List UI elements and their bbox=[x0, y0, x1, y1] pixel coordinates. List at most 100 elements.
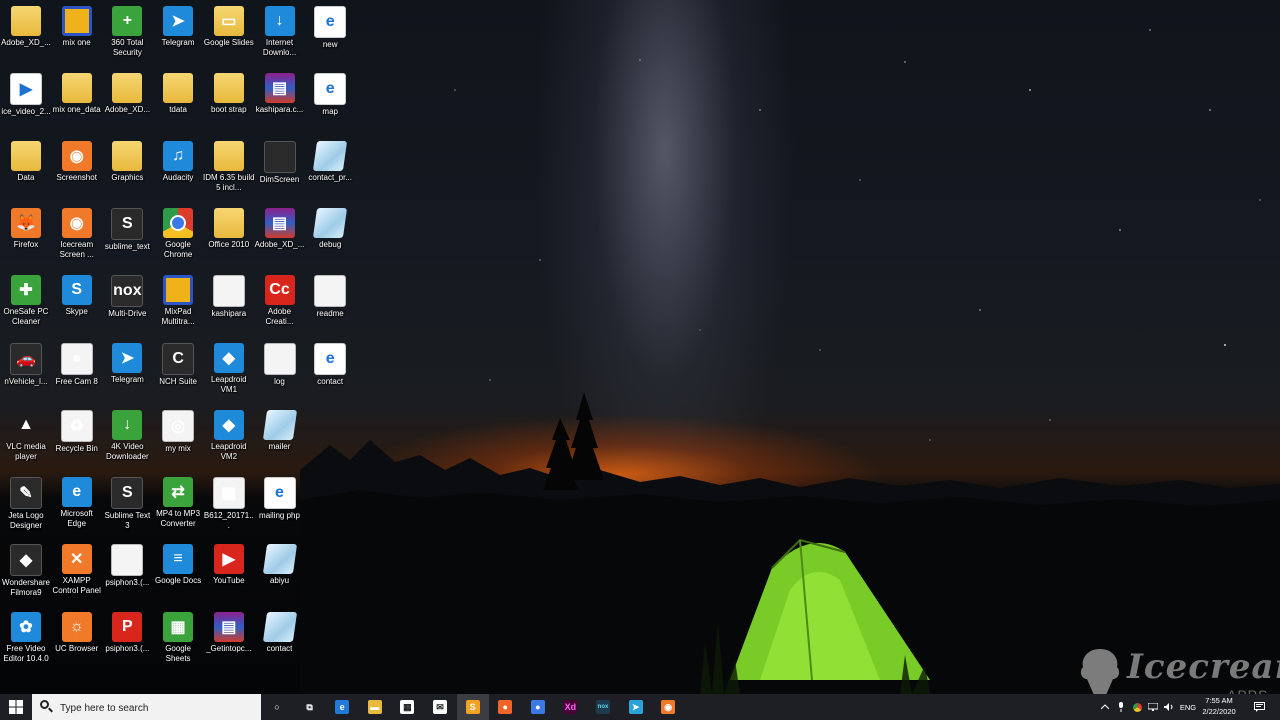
desktop-icon-label: Screenshot bbox=[56, 172, 97, 182]
desktop-icon[interactable]: ◆ Leapdroid VM2 bbox=[203, 406, 255, 470]
taskbar-button-task-view[interactable]: ⧉ bbox=[294, 694, 326, 720]
taskbar-button-adobe-xd[interactable]: Xd bbox=[554, 694, 586, 720]
desktop-icon[interactable]: ▭ Google Slides bbox=[203, 2, 255, 66]
ie-document-icon: e bbox=[314, 6, 347, 38]
desktop-icon[interactable]: ◆ Wondershare Filmora9 bbox=[0, 540, 52, 604]
taskbar-button-store[interactable]: ▦ bbox=[391, 694, 423, 720]
desktop-icon[interactable]: ✚ OneSafe PC Cleaner bbox=[0, 271, 52, 335]
desktop-icon[interactable]: ◆ Leapdroid VM1 bbox=[203, 339, 255, 403]
desktop-icon[interactable]: ↓ 4K Video Downloader bbox=[101, 406, 153, 470]
desktop-icon[interactable]: ▲ VLC media player bbox=[0, 406, 52, 470]
desktop-icon[interactable]: Adobe_XD... bbox=[101, 69, 153, 133]
desktop-icon[interactable]: e mailing php bbox=[254, 473, 306, 537]
desktop-icon[interactable]: S Sublime Text 3 bbox=[101, 473, 153, 537]
desktop-icon[interactable]: ≡ Google Docs bbox=[152, 540, 204, 604]
desktop-icon-label: Office 2010 bbox=[208, 239, 250, 249]
desktop-icon[interactable]: Ppsiphon3.(... bbox=[101, 608, 153, 672]
desktop-icon[interactable]: ✿ Free Video Editor 10.4.0 bbox=[0, 608, 52, 672]
desktop-icon[interactable]: tdata bbox=[152, 69, 204, 133]
desktop-icon[interactable]: ☼ UC Browser bbox=[51, 608, 103, 672]
desktop-icon[interactable]: ✎ Jeta Logo Designer bbox=[0, 473, 52, 537]
desktop-icon[interactable]: Adobe_XD_... bbox=[0, 2, 52, 66]
winrar-icon: ▤ bbox=[213, 611, 244, 642]
chrome-tray-icon[interactable] bbox=[1130, 694, 1144, 720]
desktop-icon[interactable]: debug bbox=[304, 204, 356, 268]
network-icon[interactable] bbox=[1146, 694, 1160, 720]
desktop-icon[interactable]: Cc Adobe Creati... bbox=[254, 271, 306, 335]
desktop-icon[interactable]: e Microsoft Edge bbox=[51, 473, 103, 537]
desktop-icon[interactable]: kashipara bbox=[203, 271, 255, 335]
desktop-icon[interactable]: IDM 6.35 build 5 incl... bbox=[203, 137, 255, 201]
desktop-icon[interactable]: abiyu bbox=[254, 540, 306, 604]
desktop-icon[interactable]: ◉ Icecream Screen ... bbox=[51, 204, 103, 268]
taskbar-button-telegram[interactable]: ➤ bbox=[620, 694, 652, 720]
desktop-icon-label: Internet Downlo... bbox=[262, 38, 297, 57]
desktop-icon[interactable]: DimScreen bbox=[254, 137, 306, 201]
desktop-icon[interactable]: Google Chrome bbox=[152, 204, 204, 268]
desktop-icon[interactable]: e contact bbox=[304, 339, 356, 403]
desktop-icon[interactable]: Data bbox=[0, 137, 52, 201]
desktop-icon[interactable]: ▤ kashipara.c... bbox=[254, 69, 306, 133]
desktop-icon[interactable]: +360 Total Security bbox=[101, 2, 153, 66]
taskbar-button-mail[interactable]: ✉ bbox=[424, 694, 456, 720]
volume-icon[interactable] bbox=[1162, 694, 1176, 720]
show-hidden-icons-chevron-icon[interactable] bbox=[1098, 694, 1112, 720]
desktop-icon[interactable]: C NCH Suite bbox=[152, 339, 204, 403]
clock[interactable]: 7:55 AM 2/22/2020 bbox=[1196, 695, 1242, 717]
desktop-icon[interactable]: readme bbox=[304, 271, 356, 335]
desktop-icon[interactable]: Graphics bbox=[101, 137, 153, 201]
desktop-icon[interactable]: 🚗 nVehicle_l... bbox=[0, 339, 52, 403]
desktop-icon[interactable]: ♻ Recycle Bin bbox=[51, 406, 103, 470]
desktop-icon[interactable]: ⇄ MP4 to MP3 Converter bbox=[152, 473, 204, 537]
desktop-icon[interactable]: ▶ YouTube bbox=[203, 540, 255, 604]
desktop-icon[interactable]: ✕ XAMPP Control Panel bbox=[51, 540, 103, 604]
desktop-icon[interactable]: nox Multi-Drive bbox=[101, 271, 153, 335]
desktop-icon[interactable]: MixPad Multitra... bbox=[152, 271, 204, 335]
desktop-icon[interactable]: S Skype bbox=[51, 271, 103, 335]
desktop-icon[interactable]: ♫ Audacity bbox=[152, 137, 204, 201]
notification-center-icon[interactable] bbox=[1250, 694, 1268, 720]
desktop-icon[interactable]: Office 2010 bbox=[203, 204, 255, 268]
language-indicator[interactable]: ENG bbox=[1178, 694, 1198, 720]
desktop-icon[interactable]: e map bbox=[304, 69, 356, 133]
desktop-icon[interactable]: ◉ Screenshot bbox=[51, 137, 103, 201]
desktop-icon[interactable]: psiphon3.(... bbox=[101, 540, 153, 604]
desktop-icon[interactable]: ▶ ice_video_2... bbox=[0, 69, 52, 133]
taskbar-button-edge[interactable]: e bbox=[326, 694, 358, 720]
taskbar-button-firefox[interactable]: ● bbox=[489, 694, 521, 720]
desktop-icon[interactable]: mix one_data bbox=[51, 69, 103, 133]
search-input[interactable] bbox=[58, 698, 252, 718]
glass-file-icon bbox=[313, 140, 348, 171]
desktop-icon[interactable]: ▦ B612_20171... bbox=[203, 473, 255, 537]
desktop-icon[interactable]: ▤ _Getintopc... bbox=[203, 608, 255, 672]
desktop-icon[interactable]: Ssublime_text bbox=[101, 204, 153, 268]
desktop-icon[interactable]: mailer bbox=[254, 406, 306, 470]
desktop-icon[interactable]: e new bbox=[304, 2, 356, 66]
desktop-icon[interactable]: log bbox=[254, 339, 306, 403]
desktop-icon[interactable]: ↓ Internet Downlo... bbox=[254, 2, 306, 66]
video-file-icon: ▶ bbox=[10, 73, 42, 106]
desktop-icon[interactable]: 🦊 Firefox bbox=[0, 204, 52, 268]
desktop-icon[interactable]: ➤ Telegram bbox=[152, 2, 204, 66]
taskbar-button-cortana[interactable]: ○ bbox=[261, 694, 293, 720]
desktop-icon[interactable]: ● Free Cam 8 bbox=[51, 339, 103, 403]
desktop-icon[interactable]: boot strap bbox=[203, 69, 255, 133]
microphone-icon[interactable] bbox=[1114, 694, 1128, 720]
taskbar-search-box[interactable] bbox=[32, 694, 261, 720]
ie-document-icon: e bbox=[314, 342, 347, 375]
desktop-icon[interactable]: ◎ my mix bbox=[152, 406, 204, 470]
start-button[interactable] bbox=[0, 694, 32, 720]
taskbar-button-chrome[interactable]: ● bbox=[522, 694, 554, 720]
taskbar-button-file-explorer[interactable]: ▬ bbox=[359, 694, 391, 720]
taskbar-button-sublime[interactable]: S bbox=[456, 694, 489, 720]
desktop-icon-label: Multi-Drive bbox=[108, 309, 147, 319]
desktop-icon[interactable]: ▤ Adobe_XD_... bbox=[254, 204, 306, 268]
desktop-icon[interactable]: ▦ Google Sheets bbox=[152, 608, 204, 672]
desktop-icon[interactable]: contact bbox=[254, 608, 306, 672]
desktop-icon[interactable]: contact_pr... bbox=[304, 137, 356, 201]
desktop-icon[interactable]: ➤ Telegram bbox=[101, 339, 153, 403]
desktop-icon[interactable]: mix one bbox=[51, 2, 103, 66]
mixpad-icon bbox=[163, 275, 194, 306]
taskbar-button-nox[interactable]: nox bbox=[587, 694, 619, 720]
taskbar-button-icecream-recorder[interactable]: ◉ bbox=[652, 694, 684, 720]
